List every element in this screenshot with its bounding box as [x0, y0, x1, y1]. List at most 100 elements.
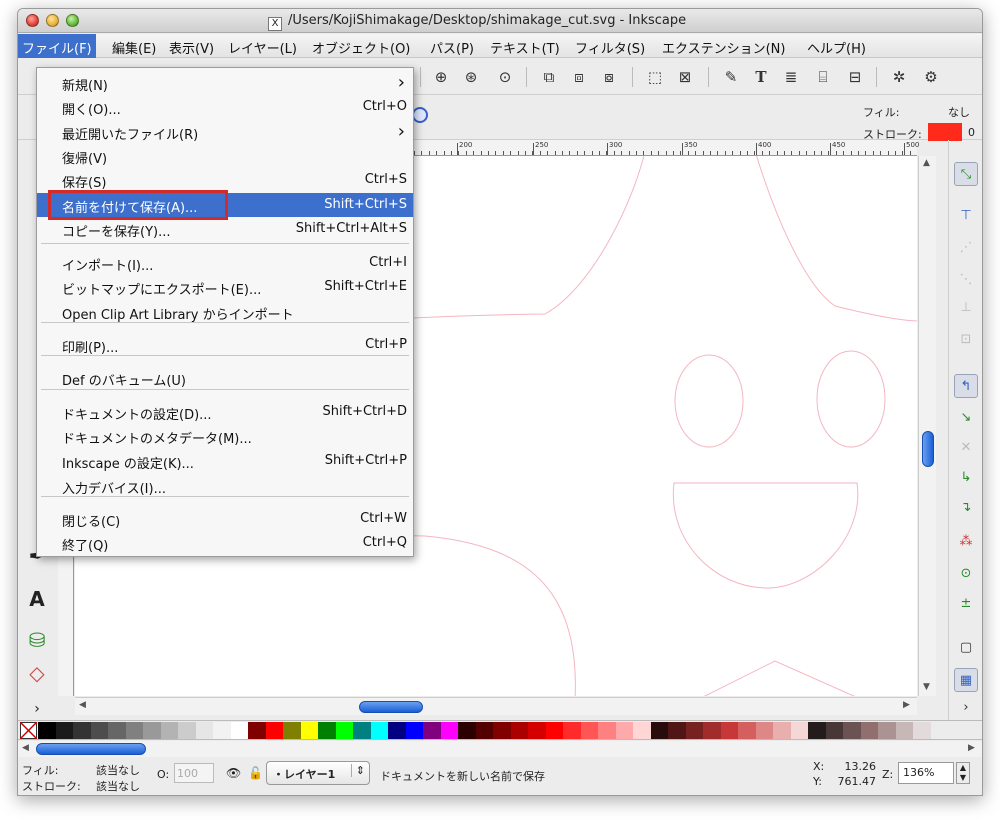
- palette-swatch[interactable]: [581, 722, 599, 739]
- no-paint-swatch-icon[interactable]: [20, 722, 37, 739]
- snap-bbox-midpoint-icon[interactable]: ⊥: [954, 296, 978, 320]
- snap-bbox-center-icon[interactable]: ⊡: [954, 328, 978, 352]
- palette-swatch[interactable]: [318, 722, 336, 739]
- ungroup-icon[interactable]: ⊠: [676, 68, 694, 86]
- close-window-button[interactable]: [26, 14, 39, 27]
- palette-swatch[interactable]: [896, 722, 914, 739]
- menu-file[interactable]: ファイル(F): [18, 34, 96, 58]
- palette-swatch[interactable]: [213, 722, 231, 739]
- clone-icon[interactable]: ⧈: [570, 68, 588, 86]
- mouth[interactable]: [672, 482, 859, 589]
- snap-cusp-nodes-icon[interactable]: ↳: [954, 466, 978, 490]
- menu-filters[interactable]: フィルタ(S): [571, 37, 649, 58]
- fill-stroke-icon[interactable]: ✎: [722, 68, 740, 86]
- menu-item-close[interactable]: 閉じる(C) Ctrl+W: [37, 507, 413, 531]
- snap-nodes-icon[interactable]: ↰: [954, 374, 978, 398]
- palette-swatch[interactable]: [668, 722, 686, 739]
- palette-swatch[interactable]: [56, 722, 74, 739]
- menu-path[interactable]: パス(P): [426, 37, 478, 58]
- menu-item-import-clip-art[interactable]: Open Clip Art Library からインポート: [37, 300, 413, 324]
- stroke-width-value[interactable]: 0: [968, 126, 975, 139]
- more-tools-chevron-icon[interactable]: ›: [24, 696, 50, 722]
- palette-swatch[interactable]: [266, 722, 284, 739]
- palette-swatch[interactable]: [178, 722, 196, 739]
- palette-swatch[interactable]: [108, 722, 126, 739]
- status-stroke-value[interactable]: 該当なし: [96, 778, 140, 794]
- menu-item-vacuum-defs[interactable]: Def のバキューム(U): [37, 366, 413, 390]
- snap-page-border-icon[interactable]: ▢: [954, 636, 978, 660]
- layers-icon[interactable]: ≣: [782, 68, 800, 86]
- rotate-mode-icon[interactable]: [412, 107, 428, 123]
- snap-bbox-corner-icon[interactable]: ⋱: [954, 268, 978, 292]
- snap-bbox-icon[interactable]: ⊤: [954, 204, 978, 228]
- menu-item-revert[interactable]: 復帰(V): [37, 144, 413, 168]
- palette-swatch[interactable]: [283, 722, 301, 739]
- palette-swatch[interactable]: [476, 722, 494, 739]
- zoom-selection-icon[interactable]: ⊕: [432, 68, 450, 86]
- snap-object-centers-icon[interactable]: ⊙: [954, 562, 978, 586]
- palette-swatch[interactable]: [388, 722, 406, 739]
- palette-swatch[interactable]: [861, 722, 879, 739]
- palette-scroll-right-icon[interactable]: ▶: [968, 743, 975, 753]
- vertical-scroll-thumb[interactable]: [922, 431, 934, 467]
- palette-swatch[interactable]: [703, 722, 721, 739]
- document-proxy-icon[interactable]: X: [268, 17, 282, 31]
- zoom-field[interactable]: 136%: [898, 762, 954, 784]
- menu-item-save-copy[interactable]: コピーを保存(Y)... Shift+Ctrl+Alt+S: [37, 217, 413, 241]
- menu-edit[interactable]: 編集(E): [108, 37, 160, 58]
- palette-swatch[interactable]: [738, 722, 756, 739]
- zoom-drawing-icon[interactable]: ⊛: [462, 68, 480, 86]
- menu-item-save[interactable]: 保存(S) Ctrl+S: [37, 168, 413, 192]
- snap-bbox-edge-icon[interactable]: ⋰: [954, 236, 978, 260]
- snap-rotation-centers-icon[interactable]: ±: [954, 592, 978, 616]
- palette-swatch[interactable]: [756, 722, 774, 739]
- preferences-icon[interactable]: ✲: [890, 68, 908, 86]
- menu-item-import[interactable]: インポート(I)... Ctrl+I: [37, 251, 413, 275]
- zoom-page-icon[interactable]: ⊙: [496, 68, 514, 86]
- palette-swatch[interactable]: [423, 722, 441, 739]
- palette-swatch[interactable]: [371, 722, 389, 739]
- xml-editor-icon[interactable]: ⌸: [814, 68, 832, 86]
- document-properties-icon[interactable]: ⚙: [922, 68, 940, 86]
- menu-view[interactable]: 表示(V): [165, 37, 218, 58]
- palette-swatch[interactable]: [878, 722, 896, 739]
- palette-swatch[interactable]: [353, 722, 371, 739]
- snap-grid-icon[interactable]: ▦: [954, 668, 978, 692]
- snap-smooth-nodes-icon[interactable]: ↴: [954, 496, 978, 520]
- scroll-right-icon[interactable]: ▶: [903, 700, 910, 710]
- palette-swatch[interactable]: [598, 722, 616, 739]
- lock-icon[interactable]: 🔓: [248, 766, 263, 780]
- opacity-field[interactable]: 100: [174, 763, 214, 783]
- fill-indicator-value[interactable]: なし: [948, 104, 970, 120]
- eraser-tool-icon[interactable]: ◇: [24, 660, 50, 686]
- group-icon[interactable]: ⬚: [646, 68, 664, 86]
- palette-swatch[interactable]: [73, 722, 91, 739]
- menu-item-document-metadata[interactable]: ドキュメントのメタデータ(M)...: [37, 424, 413, 448]
- eye-visibility-icon[interactable]: 👁: [226, 766, 241, 780]
- unlink-clone-icon[interactable]: ⧇: [600, 68, 618, 86]
- menu-layer[interactable]: レイヤー(L): [224, 37, 301, 58]
- palette-swatch[interactable]: [511, 722, 529, 739]
- palette-swatch[interactable]: [913, 722, 931, 739]
- menu-item-document-properties[interactable]: ドキュメントの設定(D)... Shift+Ctrl+D: [37, 400, 413, 424]
- right-eye[interactable]: [816, 350, 886, 448]
- duplicate-icon[interactable]: ⧉: [540, 68, 558, 86]
- text-font-icon[interactable]: T: [752, 68, 770, 86]
- vertical-scrollbar[interactable]: ▲ ▼: [918, 156, 936, 696]
- palette-swatch[interactable]: [336, 722, 354, 739]
- palette-swatch[interactable]: [458, 722, 476, 739]
- palette-swatch[interactable]: [563, 722, 581, 739]
- palette-scroll-left-icon[interactable]: ◀: [22, 743, 29, 753]
- palette-swatch[interactable]: [301, 722, 319, 739]
- menu-extensions[interactable]: エクステンション(N): [658, 37, 789, 58]
- palette-swatch[interactable]: [546, 722, 564, 739]
- spray-tool-icon[interactable]: ⛁: [24, 627, 50, 653]
- zoom-stepper-icon[interactable]: ▲ ▼: [956, 762, 970, 784]
- zoom-window-button[interactable]: [66, 14, 79, 27]
- palette-scrollbar[interactable]: ◀ ▶: [18, 741, 982, 757]
- snap-intersections-icon[interactable]: ✕: [954, 436, 978, 460]
- palette-swatch[interactable]: [231, 722, 249, 739]
- palette-swatch[interactable]: [143, 722, 161, 739]
- stroke-color-swatch[interactable]: [928, 123, 962, 141]
- palette-swatch[interactable]: [406, 722, 424, 739]
